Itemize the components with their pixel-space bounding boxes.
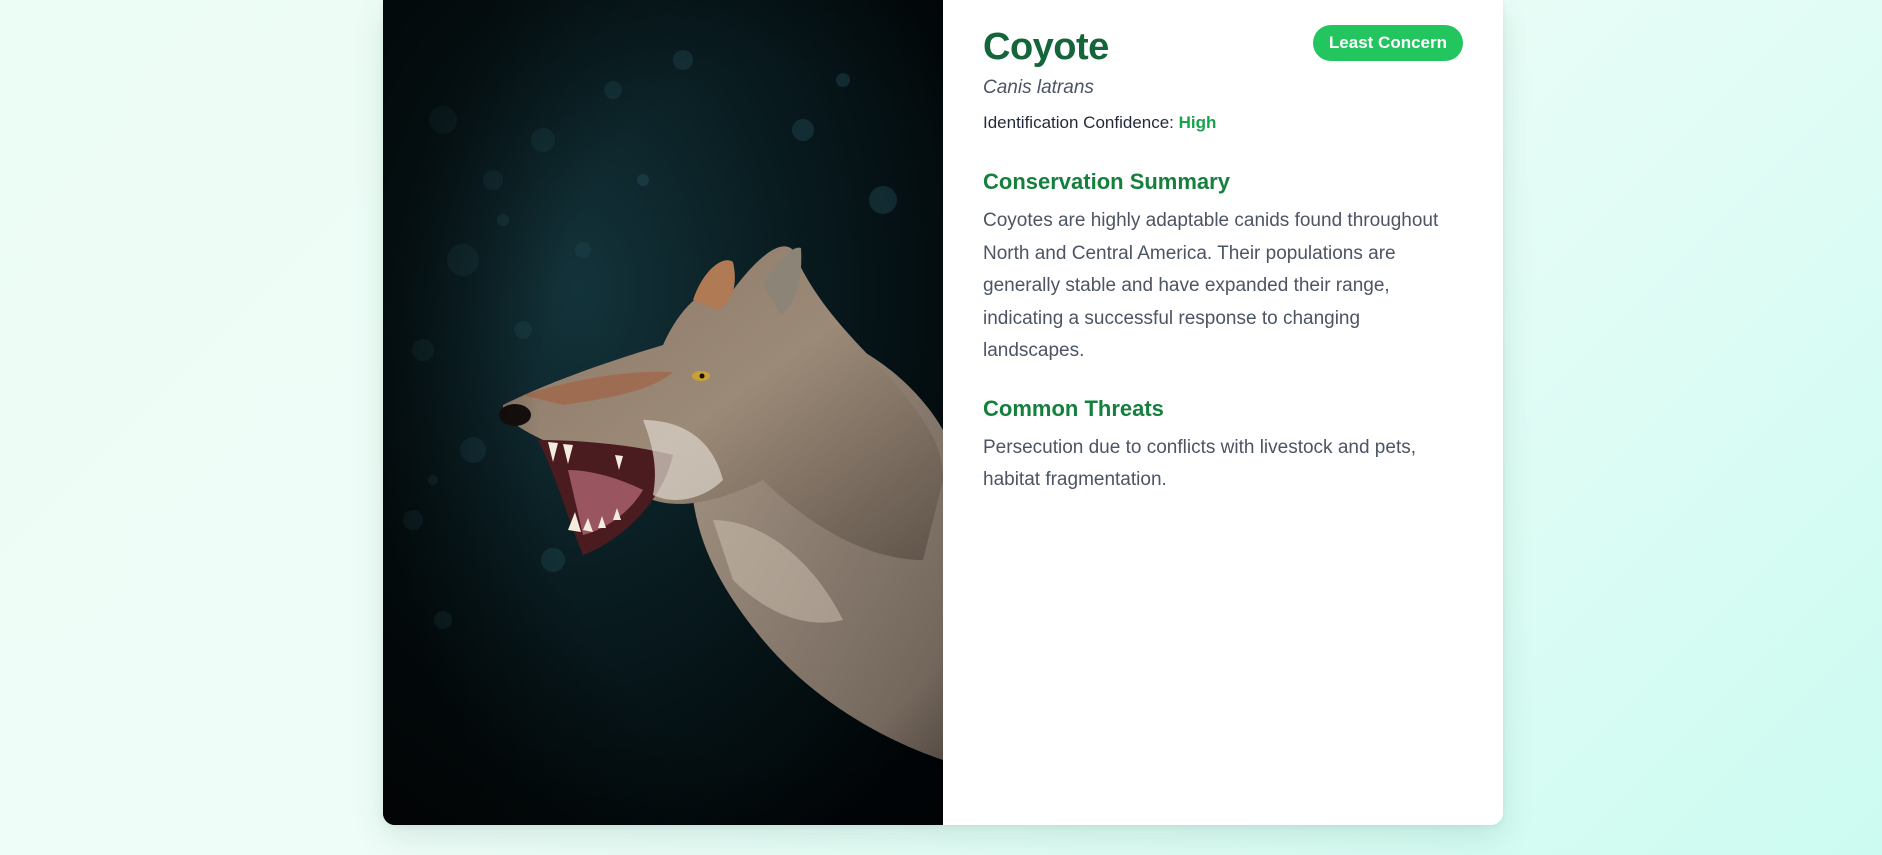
species-info-panel: Coyote Least Concern Canis latrans Ident…: [943, 0, 1503, 825]
confidence-value: High: [1178, 113, 1217, 132]
title-row: Coyote Least Concern: [983, 25, 1463, 69]
identification-confidence: Identification Confidence: High: [983, 113, 1463, 133]
common-threats-heading: Common Threats: [983, 395, 1164, 421]
conservation-summary-heading: Conservation Summary: [983, 169, 1230, 194]
common-threats-text: Persecution due to conflicts with livest…: [983, 436, 1417, 491]
species-scientific-name: Canis latrans: [983, 77, 1094, 98]
conservation-summary-text: Coyotes are highly adaptable canids foun…: [983, 210, 1439, 361]
conservation-status-badge: Least Concern: [1312, 25, 1463, 61]
coyote-image: [383, 0, 943, 825]
species-card: Coyote Least Concern Canis latrans Ident…: [383, 0, 1503, 825]
confidence-label: Identification Confidence:: [983, 113, 1174, 132]
species-common-name: Coyote: [983, 26, 1109, 68]
species-photo: [383, 0, 943, 825]
